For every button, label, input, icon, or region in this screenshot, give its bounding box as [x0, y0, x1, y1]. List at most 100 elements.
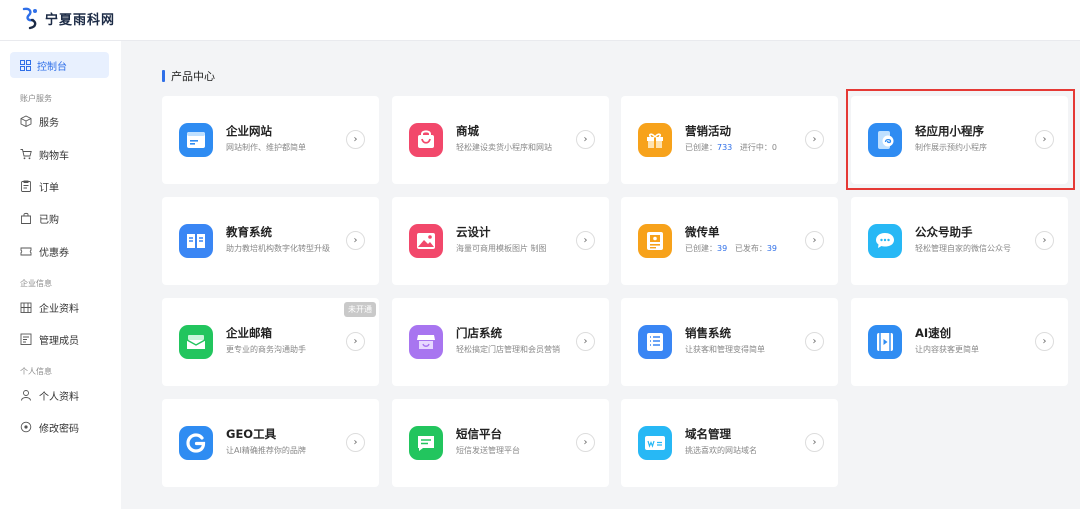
product-card-sales-system[interactable]: 销售系统 让获客和管理变得简单 › — [621, 298, 838, 386]
card-description: 让内容获客更简单 — [915, 345, 979, 354]
chevron-right-icon[interactable]: › — [1035, 130, 1054, 149]
miniapp-icon — [868, 123, 902, 157]
chevron-right-icon[interactable]: › — [1035, 332, 1054, 351]
store-icon — [409, 325, 443, 359]
sidebar-item-label: 控制台 — [37, 61, 67, 73]
product-card-cloud-design[interactable]: 云设计 海量可商用模板图片 制图 › — [392, 197, 609, 285]
logo[interactable]: 宁夏雨科网 — [20, 6, 115, 30]
card-description: 轻松建设卖货小程序和网站 — [456, 143, 552, 152]
card-title: GEO工具 — [226, 427, 277, 441]
ongoing-count: 0 — [771, 143, 778, 152]
chevron-right-icon[interactable]: › — [1035, 231, 1054, 250]
published-count: 39 — [766, 244, 778, 253]
product-card-official-account[interactable]: 公众号助手 轻松管理自家的微信公众号 › — [851, 197, 1068, 285]
sidebar-item-members[interactable]: 管理成员 — [20, 330, 79, 348]
chevron-right-icon[interactable]: › — [346, 332, 365, 351]
chevron-right-icon[interactable]: › — [576, 433, 595, 452]
sidebar-item-enterprise-profile[interactable]: 企业资料 — [20, 298, 79, 316]
card-title: 企业邮箱 — [226, 326, 272, 340]
sidebar-item-cart[interactable]: 购物车 — [20, 145, 69, 163]
sidebar-item-label: 优惠券 — [39, 247, 69, 259]
card-title: 营销活动 — [685, 124, 731, 138]
section-title-text: 产品中心 — [171, 70, 215, 83]
sidebar-item-label: 服务 — [39, 117, 59, 129]
chevron-right-icon[interactable]: › — [346, 231, 365, 250]
card-title: 销售系统 — [685, 326, 731, 340]
card-title: 微传单 — [685, 225, 720, 239]
product-card-domain[interactable]: 域名管理 挑选喜欢的网站域名 › — [621, 399, 838, 487]
product-card-marketing[interactable]: 营销活动 已创建：733 进行中：0 › — [621, 96, 838, 184]
card-description: 让获客和管理变得简单 — [685, 345, 765, 354]
dashboard-icon — [20, 59, 31, 71]
product-card-geo-tool[interactable]: GEO工具 让AI精确推荐你的品牌 › — [162, 399, 379, 487]
sidebar-group-account: 账户服务 — [20, 94, 52, 103]
website-icon — [179, 123, 213, 157]
shop-bag-icon — [409, 123, 443, 157]
card-title: 域名管理 — [685, 427, 731, 441]
book-icon — [179, 224, 213, 258]
card-title: 短信平台 — [456, 427, 502, 441]
sidebar-item-service[interactable]: 服务 — [20, 112, 59, 130]
sidebar: 控制台 账户服务 服务 购物车 订单 已购 优惠券 企业信息 企业资料 管理成员… — [0, 41, 121, 509]
sidebar-item-label: 个人资料 — [39, 391, 79, 403]
chevron-right-icon[interactable]: › — [805, 433, 824, 452]
card-description: 海量可商用模板图片 制图 — [456, 244, 547, 253]
product-card-flyer[interactable]: 微传单 已创建：39 已发布：39 › — [621, 197, 838, 285]
product-card-website[interactable]: 企业网站 网站制作、维护都简单 › — [162, 96, 379, 184]
sidebar-item-label: 企业资料 — [39, 303, 79, 315]
card-title: 轻应用小程序 — [915, 124, 984, 138]
card-title: 公众号助手 — [915, 225, 973, 239]
chat-icon — [868, 224, 902, 258]
created-count: 733 — [717, 143, 733, 152]
sidebar-item-label: 购物车 — [39, 150, 69, 162]
card-title: 门店系统 — [456, 326, 502, 340]
card-description: 助力教培机构数字化转型升级 — [226, 244, 330, 253]
chevron-right-icon[interactable]: › — [805, 332, 824, 351]
chevron-right-icon[interactable]: › — [805, 231, 824, 250]
product-card-store-system[interactable]: 门店系统 轻松搞定门店管理和会员营销 › — [392, 298, 609, 386]
product-card-education[interactable]: 教育系统 助力教培机构数字化转型升级 › — [162, 197, 379, 285]
sms-icon — [409, 426, 443, 460]
sidebar-group-personal: 个人信息 — [20, 367, 52, 376]
product-card-sms[interactable]: 短信平台 短信发送管理平台 › — [392, 399, 609, 487]
user-icon — [21, 390, 31, 401]
chevron-right-icon[interactable]: › — [805, 130, 824, 149]
cart-icon — [20, 149, 32, 160]
chevron-right-icon[interactable]: › — [346, 130, 365, 149]
card-description: 网站制作、维护都简单 — [226, 143, 306, 152]
sidebar-item-orders[interactable]: 订单 — [20, 177, 59, 195]
image-icon — [409, 224, 443, 258]
chevron-right-icon[interactable]: › — [576, 130, 595, 149]
card-description: 挑选喜欢的网站域名 — [685, 446, 757, 455]
card-description: 更专业的商务沟通助手 — [226, 345, 306, 354]
video-icon — [868, 325, 902, 359]
box-icon — [20, 115, 32, 127]
building-icon — [20, 302, 32, 313]
sidebar-item-dashboard[interactable]: 控制台 — [10, 52, 109, 78]
card-title: 企业网站 — [226, 124, 272, 138]
card-description: 让AI精确推荐你的品牌 — [226, 446, 306, 455]
sidebar-item-coupons[interactable]: 优惠券 — [20, 242, 69, 260]
chevron-right-icon[interactable]: › — [576, 332, 595, 351]
product-card-miniapp[interactable]: 轻应用小程序 制作展示预约小程序 › — [851, 96, 1068, 184]
sidebar-item-change-password[interactable]: 修改密码 — [20, 418, 79, 436]
members-icon — [20, 333, 32, 345]
sidebar-item-personal-profile[interactable]: 个人资料 — [20, 386, 79, 404]
chevron-right-icon[interactable]: › — [346, 433, 365, 452]
sidebar-item-label: 已购 — [39, 214, 59, 226]
mail-icon — [179, 325, 213, 359]
product-card-ai-create[interactable]: AI速创 让内容获客更简单 › — [851, 298, 1068, 386]
logo-icon — [22, 7, 37, 30]
card-description: 轻松管理自家的微信公众号 — [915, 244, 1011, 253]
chevron-right-icon[interactable]: › — [576, 231, 595, 250]
product-card-mall[interactable]: 商城 轻松建设卖货小程序和网站 › — [392, 96, 609, 184]
card-description: 已创建：39 已发布：39 — [685, 243, 777, 254]
coupon-icon — [20, 247, 32, 256]
product-card-enterprise-mail[interactable]: 未开通 企业邮箱 更专业的商务沟通助手 › — [162, 298, 379, 386]
sidebar-item-purchased[interactable]: 已购 — [20, 209, 59, 227]
order-icon — [21, 180, 31, 192]
bag-icon — [21, 212, 31, 224]
section-title: 产品中心 — [162, 68, 215, 84]
created-label: 已创建： — [685, 143, 717, 152]
card-title: 教育系统 — [226, 225, 272, 239]
